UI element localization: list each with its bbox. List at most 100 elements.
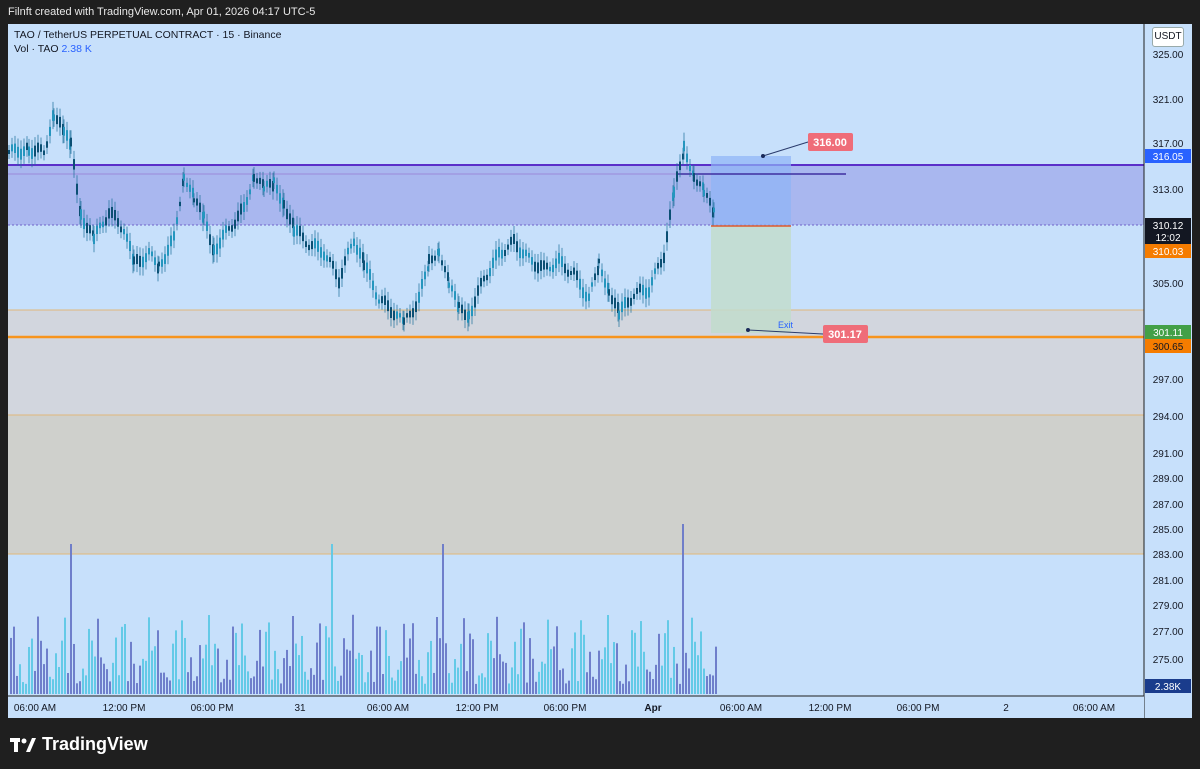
volume-bar [292, 615, 294, 694]
volume-bar [283, 658, 285, 694]
candle-body [237, 210, 239, 222]
candle-body [323, 251, 325, 261]
candle-body [286, 208, 288, 220]
candle-body [279, 193, 281, 204]
candle-body [216, 243, 218, 255]
candle-body [314, 238, 316, 249]
volume-bar [172, 643, 174, 694]
volume-bar [607, 615, 609, 694]
volume-bar [259, 629, 261, 694]
volume-bar [508, 683, 510, 694]
candle-body [154, 257, 156, 265]
candle-body [179, 201, 181, 207]
price-tick-label: 321.00 [1153, 95, 1184, 106]
candle-body [350, 243, 352, 249]
candle-body [642, 284, 644, 296]
volume-bar [91, 640, 93, 694]
candle-body [441, 260, 443, 266]
volume-bar [697, 655, 699, 694]
volume-bar [277, 669, 279, 694]
candle-body [406, 313, 408, 318]
candle-body [561, 256, 563, 268]
candle-body [504, 249, 506, 257]
candle-body [699, 181, 701, 187]
volume-bar [589, 651, 591, 694]
price-chart[interactable]: 316.00 Exit 301.17 325.00321.00317.00313… [8, 24, 1192, 718]
candle-body [570, 270, 572, 276]
candle-body [59, 116, 61, 128]
candle-body [108, 208, 110, 219]
candle-body [636, 287, 638, 294]
volume-bar [529, 638, 531, 694]
candle-body [639, 283, 641, 293]
volume-bar [262, 666, 264, 694]
position-target-box[interactable] [711, 156, 791, 226]
candle-body [341, 267, 343, 279]
volume-bar [241, 623, 243, 694]
candle-body [546, 262, 548, 270]
candle-body [630, 297, 632, 306]
candle-body [366, 262, 368, 274]
candle-body [522, 249, 524, 259]
candle-body [608, 289, 610, 296]
candle-body [573, 267, 575, 275]
candle-body [458, 302, 460, 308]
candle-body [49, 126, 51, 136]
currency-unit-button[interactable]: USDT [1152, 27, 1184, 47]
volume-bar [709, 674, 711, 694]
candle-body [689, 165, 691, 171]
volume-bar [343, 638, 345, 694]
candle-body [709, 197, 711, 206]
volume-bar [646, 669, 648, 694]
volume-bar [232, 626, 234, 694]
chart-frame[interactable]: 316.00 Exit 301.17 325.00 321.00 317.00 313… [8, 24, 1192, 718]
candle-body [614, 297, 616, 309]
candle-body [136, 254, 138, 265]
candle-body [651, 277, 653, 286]
symbol-title[interactable]: TAO / TetherUS PERPETUAL CONTRACT · 15 ·… [14, 29, 281, 41]
candle-body [123, 229, 125, 235]
volume-bar [517, 674, 519, 694]
volume-bar [217, 648, 219, 694]
volume-bar [469, 633, 471, 694]
price-tick-label: 297.00 [1153, 375, 1184, 386]
candle-body [393, 310, 395, 321]
volume-bar [148, 617, 150, 694]
candle-body [428, 254, 430, 264]
position-stop-box[interactable] [711, 226, 791, 333]
target-label: 316.00 [813, 137, 847, 149]
volume-bar [211, 665, 213, 694]
candle-body [183, 173, 185, 181]
tradingview-logo[interactable]: TradingView [10, 734, 148, 755]
volume-bar [169, 680, 171, 694]
volume-bar [499, 654, 501, 694]
volume-bar [304, 671, 306, 694]
price-axis[interactable] [1144, 24, 1192, 718]
candle-body [403, 317, 405, 325]
candle-body [353, 238, 355, 247]
candle-body [378, 299, 380, 304]
time-tick-label: 06:00 AM [14, 703, 56, 714]
volume-bar [142, 658, 144, 694]
volume-bar [610, 663, 612, 694]
candle-body [86, 222, 88, 234]
volume-bar [112, 662, 114, 694]
candle-body [173, 231, 175, 241]
volume-bar [106, 669, 108, 694]
volume-bar [34, 670, 36, 694]
candle-body [347, 247, 349, 255]
candle-body [396, 311, 398, 319]
candle-body [531, 257, 533, 265]
volume-bar [337, 680, 339, 694]
stop-price: 301.11 [1153, 328, 1183, 339]
candle-body [645, 287, 647, 299]
volume-bar [571, 648, 573, 694]
volume-bar [238, 665, 240, 694]
price-tick-label: 325.00 [1153, 50, 1184, 61]
volume-bar [178, 679, 180, 694]
volume-bar [226, 659, 228, 694]
volume-bar [466, 671, 468, 694]
candle-body [209, 234, 211, 246]
volume-bar [223, 678, 225, 694]
time-tick-label: 06:00 PM [897, 703, 940, 714]
